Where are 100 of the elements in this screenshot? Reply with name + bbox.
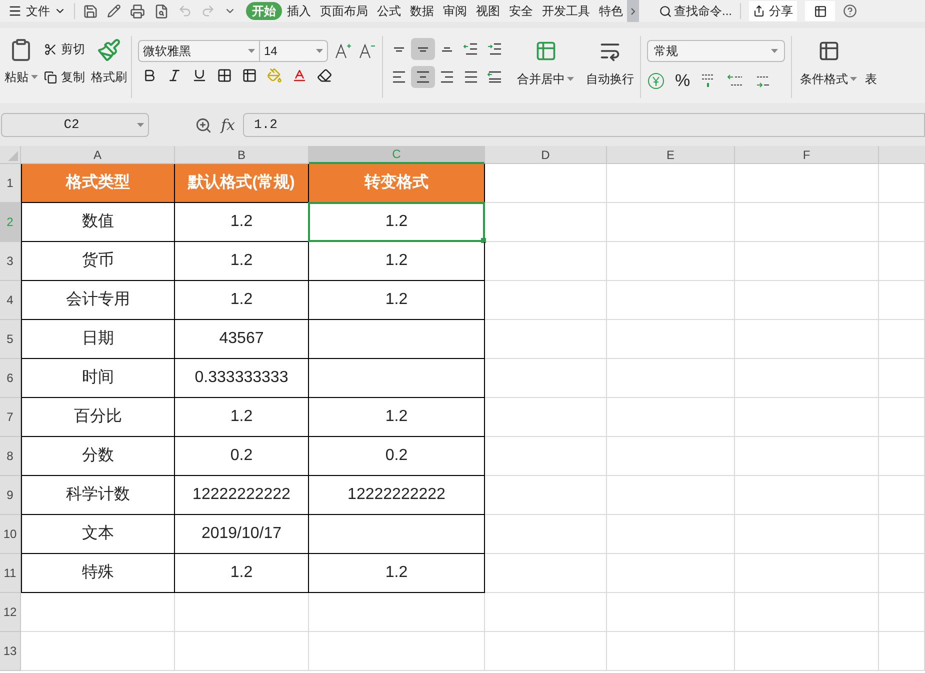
ribbon-tab[interactable]: 安全 <box>505 2 537 20</box>
formula-input[interactable]: 1.2 <box>243 113 925 137</box>
format-painter-button[interactable]: 格式刷 <box>91 38 127 98</box>
currency-icon[interactable] <box>647 72 665 90</box>
row-header[interactable]: 1 <box>0 164 21 203</box>
table-cell: 1.2 <box>309 242 485 281</box>
ribbon-tab[interactable]: 数据 <box>406 2 438 20</box>
align-left-icon <box>391 71 407 83</box>
cell-style-icon[interactable] <box>242 68 257 83</box>
table-cell: 0.2 <box>309 437 485 476</box>
row-header[interactable]: 8 <box>0 437 21 476</box>
row-header[interactable]: 6 <box>0 359 21 398</box>
wrap-text-button[interactable]: 自动换行 <box>580 28 640 88</box>
row-header[interactable]: 7 <box>0 398 21 437</box>
print-preview-icon[interactable] <box>154 4 169 18</box>
menu-icon[interactable] <box>8 4 22 18</box>
number-format-dropdown[interactable]: 常规 <box>647 40 785 62</box>
increase-font-icon[interactable] <box>334 42 352 60</box>
decrease-font-icon[interactable] <box>358 42 376 60</box>
align-middle-icon <box>415 46 431 52</box>
underline-icon[interactable] <box>192 68 207 83</box>
borders-icon[interactable] <box>217 68 232 83</box>
copy-button[interactable]: 复制 <box>44 68 85 86</box>
function-label[interactable]: fx <box>221 114 236 136</box>
table-cell: 1.2 <box>175 554 309 593</box>
dropdown-arrow-icon <box>316 49 323 53</box>
pen-icon[interactable] <box>107 4 121 18</box>
zoom-icon[interactable] <box>195 116 212 134</box>
search-icon <box>659 4 672 18</box>
align-bottom-icon <box>439 46 455 52</box>
empty-cell <box>879 359 925 398</box>
row-header[interactable]: 3 <box>0 242 21 281</box>
ribbon-tab[interactable]: 开发工具 <box>538 2 594 20</box>
merge-center-button[interactable]: 合并居中 <box>511 28 580 88</box>
ribbon-tab[interactable]: 特色 <box>595 2 627 20</box>
fill-color-icon[interactable] <box>267 68 282 83</box>
conditional-format-button[interactable]: 条件格式 <box>792 28 865 88</box>
eraser-icon[interactable] <box>317 68 332 83</box>
font-color-icon[interactable] <box>292 68 307 83</box>
align-button[interactable] <box>411 38 435 60</box>
ribbon-tab[interactable]: 公式 <box>373 2 405 20</box>
row-header[interactable]: 4 <box>0 281 21 320</box>
column-header[interactable]: D <box>485 146 607 164</box>
scroll-right-button[interactable] <box>627 0 639 22</box>
row-header[interactable]: 13 <box>0 632 21 671</box>
table-cell: 时间 <box>21 359 175 398</box>
merge-cells-icon <box>534 40 556 62</box>
column-header[interactable]: E <box>607 146 735 164</box>
more-button[interactable] <box>805 1 836 21</box>
table-cell: 2019/10/17 <box>175 515 309 554</box>
file-menu[interactable]: 文件 <box>26 2 66 20</box>
row-header[interactable]: 9 <box>0 476 21 515</box>
table-cell: 1.2 <box>175 398 309 437</box>
row-header[interactable]: 12 <box>0 593 21 632</box>
table-cell: 科学计数 <box>21 476 175 515</box>
ribbon-tab[interactable]: 视图 <box>472 2 504 20</box>
brush-icon <box>97 38 121 62</box>
align-center-icon <box>415 71 431 83</box>
scissors-icon <box>44 42 57 56</box>
dropdown-arrow-icon <box>30 75 38 79</box>
copy-icon <box>44 70 57 84</box>
empty-cell <box>879 437 925 476</box>
header-cell: 转变格式 <box>309 164 485 203</box>
italic-icon[interactable] <box>167 68 182 83</box>
align-button[interactable] <box>411 66 435 88</box>
table-cell: 1.2 <box>309 281 485 320</box>
percent-style[interactable]: % <box>675 68 690 94</box>
table-cell: 1.2 <box>175 242 309 281</box>
search-command[interactable]: 查找命令... <box>659 2 732 20</box>
empty-cell <box>879 203 925 242</box>
align-distribute-icon <box>487 71 503 83</box>
empty-cell <box>879 632 925 671</box>
dropdown-arrow-icon <box>850 77 857 81</box>
chevron-right-icon <box>631 8 635 14</box>
header-cell: 默认格式(常规) <box>175 164 309 203</box>
conditional-format-icon <box>818 40 840 62</box>
ribbon-tab[interactable]: 审阅 <box>439 2 471 20</box>
table-cell: 货币 <box>21 242 175 281</box>
print-icon[interactable] <box>130 4 145 18</box>
row-header[interactable]: 5 <box>0 320 21 359</box>
empty-cell <box>879 281 925 320</box>
table-cell: 会计专用 <box>21 281 175 320</box>
save-icon[interactable] <box>83 4 98 18</box>
column-header[interactable]: F <box>735 146 879 164</box>
table-style-button[interactable]: 表 <box>865 28 877 88</box>
ribbon-tab[interactable]: 页面布局 <box>316 2 372 20</box>
row-header[interactable]: 11 <box>0 554 21 593</box>
table-cell: 43567 <box>175 320 309 359</box>
paste-button[interactable]: 粘贴 <box>4 38 38 98</box>
row-header[interactable]: 10 <box>0 515 21 554</box>
help-icon[interactable] <box>843 4 858 18</box>
ribbon-tab[interactable]: 插入 <box>283 2 315 20</box>
font-size-dropdown[interactable]: 14 <box>260 40 328 62</box>
bold-icon[interactable] <box>142 68 157 83</box>
table-cell: 日期 <box>21 320 175 359</box>
share-button[interactable]: 分享 <box>749 1 798 21</box>
cut-button[interactable]: 剪切 <box>44 40 85 58</box>
name-box[interactable]: C2 <box>1 113 149 137</box>
font-name-dropdown[interactable]: 微软雅黑 <box>138 40 260 62</box>
dropdown-arrow-icon <box>567 77 574 81</box>
